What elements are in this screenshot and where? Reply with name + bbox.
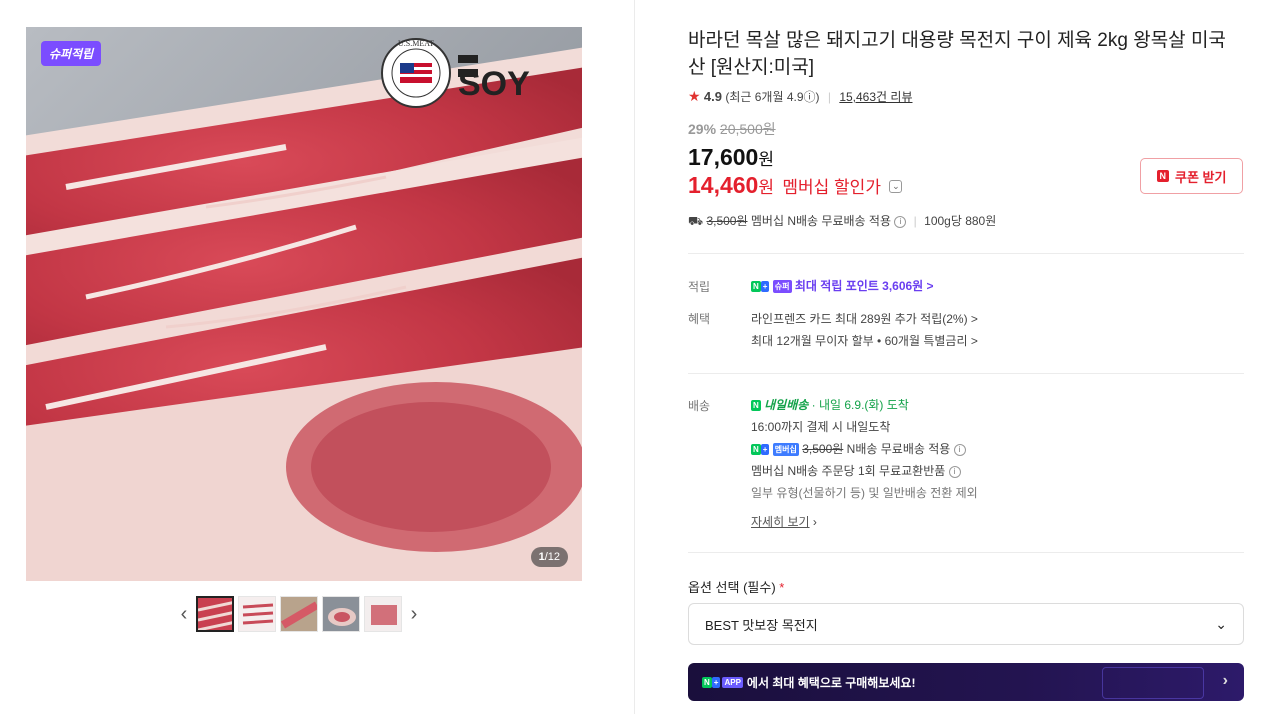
info-icon[interactable]: i: [948, 465, 961, 478]
benefit-label: 혜택: [688, 312, 711, 326]
naver-n-icon: N: [751, 281, 761, 293]
column-divider: [634, 0, 635, 714]
unit-price: 100g당 880원: [924, 214, 997, 228]
svg-text:U.S.MEAT: U.S.MEAT: [398, 39, 434, 48]
points-text: 최대 적립 포인트 3,606원 >: [794, 279, 934, 293]
shipping-fee-struck: 3,500원: [706, 214, 748, 228]
section-divider: [688, 552, 1244, 553]
tomorrow-badge-text: 내일배송: [764, 398, 809, 412]
member-price-label: 멤버십 할인가: [782, 178, 881, 197]
n-delivery-row: N + 멤버십 3,500원 N배송 무료배송 적용 i: [751, 440, 966, 457]
option-selected-value: BEST 맛보장 목전지: [705, 617, 818, 633]
plus-icon: +: [760, 444, 770, 456]
coupon-button[interactable]: N 쿠폰 받기: [1140, 158, 1243, 194]
naver-n-icon: N: [751, 444, 761, 456]
delivery-fee-struck: 3,500원: [802, 442, 844, 456]
app-badge: APP: [722, 676, 743, 688]
sale-price-unit: 원: [758, 150, 774, 169]
chevron-right-icon: ›: [812, 515, 817, 529]
required-mark: *: [779, 580, 785, 595]
product-title: 바라던 목살 많은 돼지고기 대용량 목전지 구이 제육 2kg 왕목살 미국산…: [688, 30, 1226, 78]
naver-coupon-icon: N: [1156, 170, 1170, 182]
section-divider: [688, 253, 1244, 254]
info-icon[interactable]: i: [953, 443, 966, 456]
super-reward-badge: 슈퍼적립: [41, 41, 102, 66]
thumbnail-3[interactable]: [280, 596, 318, 632]
sale-price: 17,600원: [688, 144, 774, 171]
exclusion-text: 일부 유형(선물하기 등) 및 일반배송 전환 제외: [751, 486, 978, 500]
exchange-text: 멤버십 N배송 주문당 1회 무료교환반품: [751, 464, 946, 478]
tomorrow-delivery: N 내일배송 · 내일 6.9.(화) 도착: [751, 396, 909, 413]
delivery-label: 배송: [688, 399, 711, 413]
arrival-date: · 내일 6.9.(화) 도착: [811, 398, 909, 412]
coupon-button-label: 쿠폰 받기: [1175, 169, 1227, 185]
points-label: 적립: [688, 280, 711, 294]
separator: |: [827, 90, 831, 104]
original-price: 20,500원: [719, 121, 776, 137]
thumbnail-4[interactable]: [322, 596, 360, 632]
shipping-summary: ⛟ 3,500원 멤버십 N배송 무료배송 적용 i | 100g당 880원: [688, 212, 996, 230]
plus-icon: +: [760, 281, 770, 293]
option-label-text: 옵션 선택 (필수): [688, 580, 776, 595]
discount-rate: 29%: [688, 121, 717, 137]
discount-row: 29% 20,500원: [688, 119, 776, 139]
truck-icon: ⛟: [688, 214, 704, 228]
chevron-down-icon: ⌄: [1215, 615, 1227, 632]
app-banner-text: 에서 최대 혜택으로 구매해보세요!: [746, 675, 916, 690]
shipping-text: 멤버십 N배송 무료배송 적용: [750, 214, 891, 228]
plus-icon: +: [711, 676, 721, 688]
card-benefit-link[interactable]: 라인프렌즈 카드 최대 289원 추가 적립(2%) >: [751, 310, 978, 327]
app-promo-banner[interactable]: N + APP 에서 최대 혜택으로 구매해보세요! ›: [688, 663, 1244, 701]
super-icon: 슈퍼: [772, 280, 792, 294]
tomorrow-delivery-icon: N: [751, 400, 761, 412]
info-icon[interactable]: i: [894, 215, 907, 228]
installment-link[interactable]: 최대 12개월 무이자 할부 • 60개월 특별금리 >: [751, 332, 978, 349]
points-row[interactable]: N + 슈퍼 최대 적립 포인트 3,606원 >: [751, 277, 934, 294]
thumbnail-1[interactable]: [196, 596, 234, 632]
thumb-prev-button[interactable]: ‹: [176, 596, 192, 632]
member-price-unit: 원: [758, 178, 774, 197]
more-details-row[interactable]: 자세히 보기 ›: [751, 513, 817, 530]
thumb-next-button[interactable]: ›: [406, 596, 422, 632]
exchange-row: 멤버십 N배송 주문당 1회 무료교환반품 i: [751, 462, 961, 479]
rating-value: 4.9: [703, 89, 722, 104]
thumbnail-5[interactable]: [364, 596, 402, 632]
banner-decoration: [1102, 667, 1204, 699]
chevron-down-icon[interactable]: ⌄: [889, 180, 903, 194]
thumbnail-2[interactable]: [238, 596, 276, 632]
more-details-link[interactable]: 자세히 보기: [751, 515, 810, 529]
member-price-value: 14,460: [688, 172, 759, 198]
chevron-right-icon: ›: [1222, 672, 1228, 689]
sale-price-value: 17,600: [688, 144, 759, 170]
option-select[interactable]: BEST 맛보장 목전지 ⌄: [688, 603, 1244, 645]
option-label: 옵션 선택 (필수) *: [688, 577, 784, 596]
member-price: 14,460원 멤버십 할인가 ⌄: [688, 172, 903, 199]
section-divider: [688, 373, 1244, 374]
review-count-link[interactable]: 15,463건 리뷰: [839, 90, 912, 104]
cutoff-text: 16:00까지 결제 시 내일도착: [751, 420, 891, 434]
membership-icon: 멤버십: [772, 443, 799, 457]
separator: |: [913, 214, 917, 228]
usmef-logo: U.S.MEAT SOY: [374, 33, 574, 113]
image-page-counter: 1/12: [530, 547, 568, 567]
naver-n-icon: N: [702, 676, 712, 688]
delivery-fee-text: N배송 무료배송 적용: [846, 442, 951, 456]
star-icon: ★: [688, 88, 701, 104]
rating-recent: (최근 6개월 4.9ⓘ): [725, 90, 820, 104]
product-main-image[interactable]: 슈퍼적립 U.S.MEAT SOY 1/12: [26, 27, 582, 581]
rating-row: ★ 4.9 (최근 6개월 4.9ⓘ) | 15,463건 리뷰: [688, 88, 913, 105]
thumbnail-strip: ‹ ›: [176, 596, 422, 632]
